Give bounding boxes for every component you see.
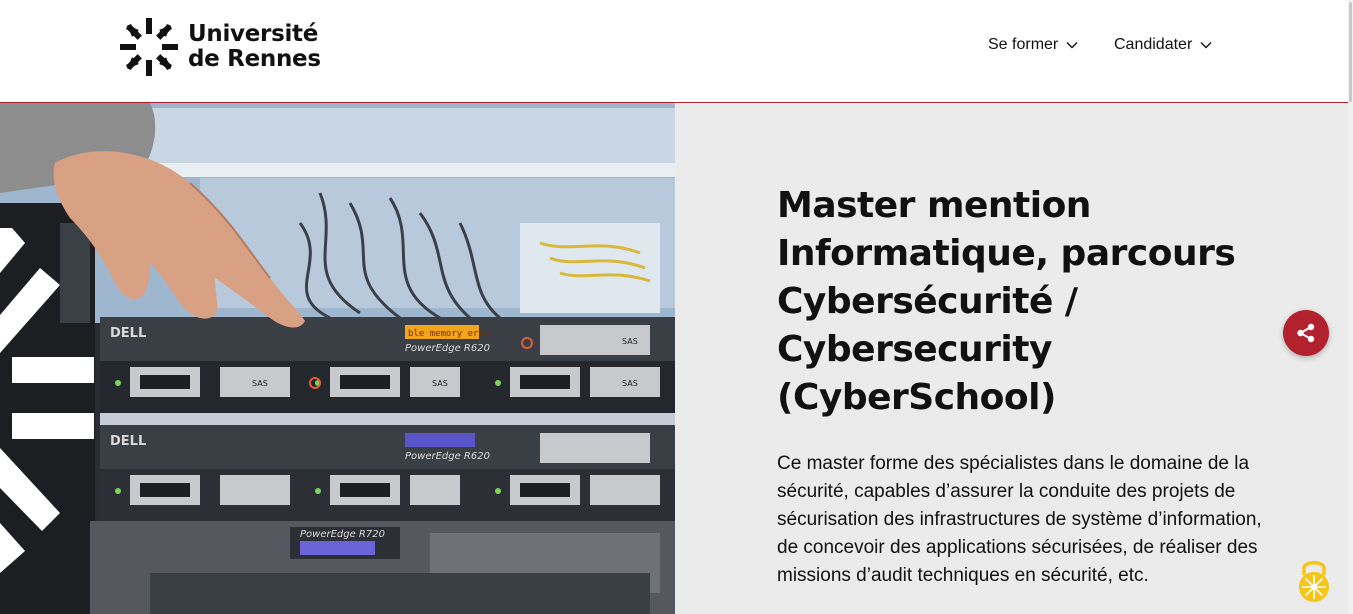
rack-brand-1: DELL xyxy=(110,326,146,341)
site-header: Université de Rennes Se former Candidate… xyxy=(0,0,1353,103)
university-name: Université de Rennes xyxy=(188,22,321,72)
university-name-line1: Université xyxy=(188,21,319,47)
university-star-logo-icon xyxy=(120,18,178,76)
server-rack-illustration: DELL ble memory erro PowerEdge R620 SAS … xyxy=(0,103,675,614)
page-title: Master mention Informatique, parcours Cy… xyxy=(777,185,1236,418)
nav-se-former-label: Se former xyxy=(988,36,1059,53)
lock-icon xyxy=(1299,561,1329,602)
nav-se-former[interactable]: Se former xyxy=(988,36,1079,54)
program-description: Ce master forme des spécialistes dans le… xyxy=(777,453,1262,586)
nav-candidater[interactable]: Candidater xyxy=(1114,36,1213,54)
drive-label: SAS xyxy=(622,337,638,346)
lock-button[interactable] xyxy=(1294,555,1334,605)
hero-image-server-rack: DELL ble memory erro PowerEdge R620 SAS … xyxy=(0,103,675,614)
university-name-line2: de Rennes xyxy=(188,46,321,72)
share-icon xyxy=(1297,323,1315,343)
rack-model-3: PowerEdge R720 xyxy=(300,529,385,540)
rack-brand-2: DELL xyxy=(110,434,146,449)
drive-label: SAS xyxy=(252,379,268,388)
share-button[interactable] xyxy=(1283,310,1329,356)
university-logo[interactable]: Université de Rennes xyxy=(118,16,321,78)
rack-model-1: PowerEdge R620 xyxy=(405,343,490,354)
rack-model-2: PowerEdge R620 xyxy=(405,451,490,462)
chevron-down-icon xyxy=(1066,42,1078,49)
chevron-down-icon xyxy=(1200,42,1212,49)
nav-candidater-label: Candidater xyxy=(1114,36,1193,53)
scrollbar-thumb[interactable] xyxy=(1349,2,1352,102)
rack-lcd-message: ble memory erro xyxy=(408,329,489,339)
drive-label: SAS xyxy=(432,379,448,388)
drive-label: SAS xyxy=(622,379,638,388)
